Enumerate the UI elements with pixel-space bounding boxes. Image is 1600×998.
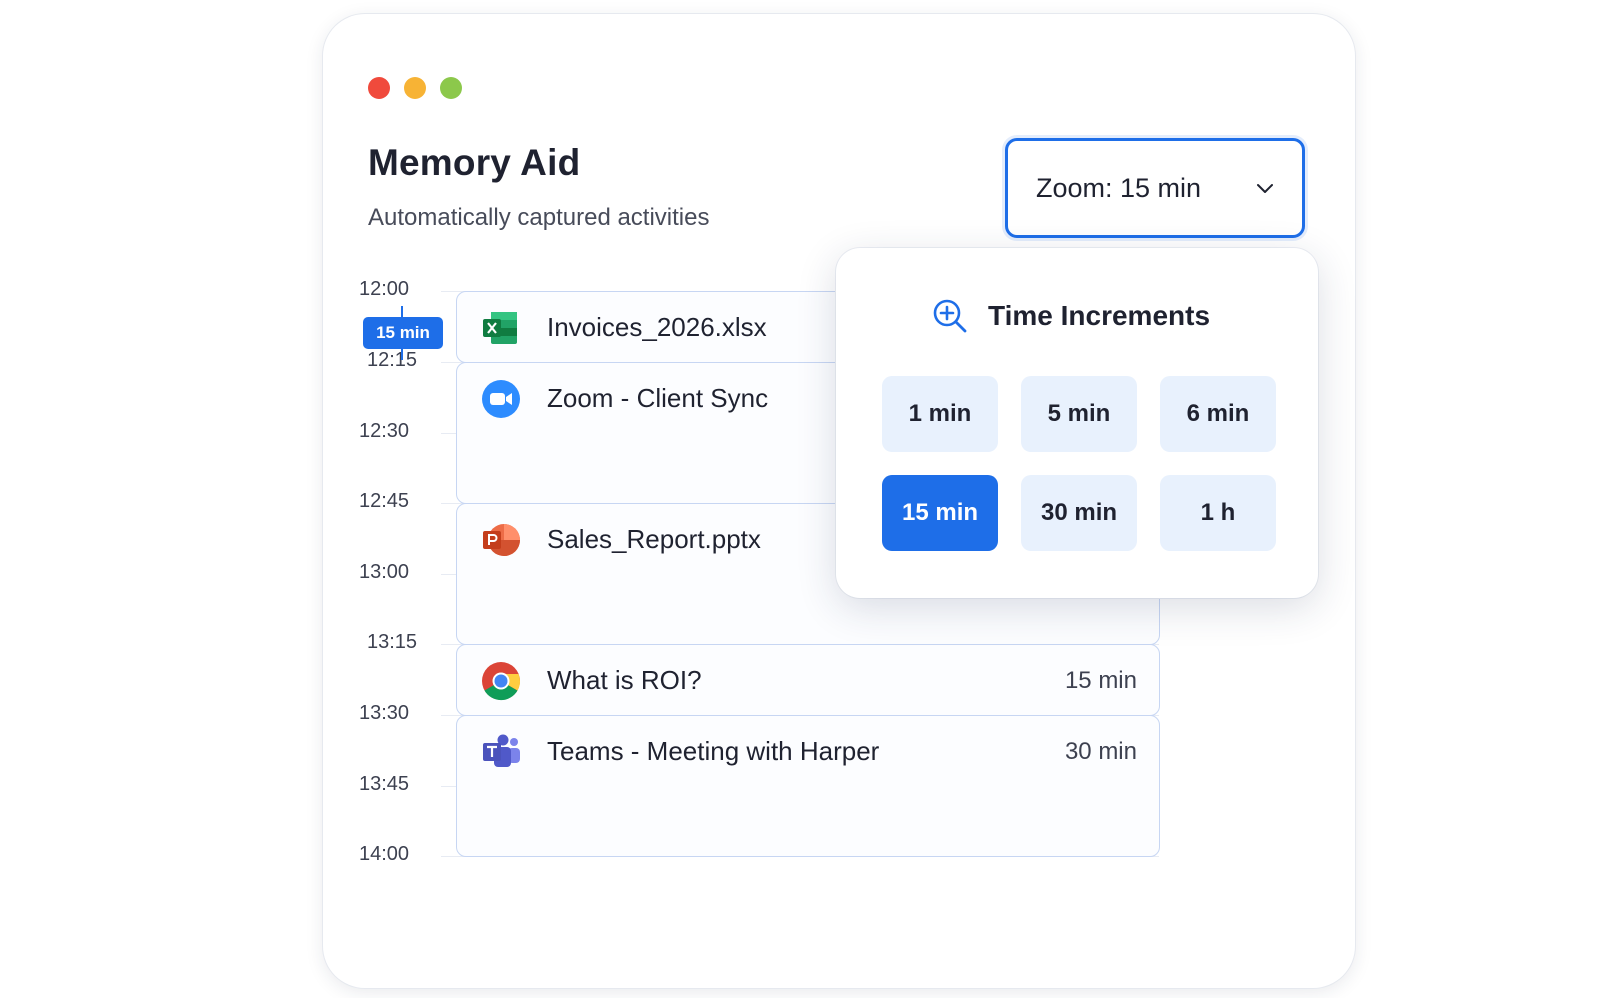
activity-name: What is ROI?	[547, 665, 702, 695]
increment-option-1-h[interactable]: 1 h	[1160, 475, 1276, 551]
increment-option-30-min[interactable]: 30 min	[1021, 475, 1137, 551]
chrome-icon	[482, 662, 520, 701]
zoom-dropdown-label: Zoom: 15 min	[1036, 172, 1202, 203]
app-window: Memory Aid Automatically captured activi…	[323, 14, 1355, 988]
activity-name: Zoom - Client Sync	[547, 383, 769, 413]
activity-name: Sales_Report.pptx	[547, 524, 761, 554]
window-controls	[368, 77, 462, 99]
zoom-in-icon	[933, 299, 967, 333]
time-label: 14:00	[359, 843, 410, 865]
minimize-window-button[interactable]	[404, 77, 426, 99]
excel-icon	[483, 312, 517, 344]
increment-option-15-min[interactable]: 15 min	[882, 475, 998, 551]
time-label: 12:00	[359, 278, 410, 300]
activity-card[interactable]: What is ROI? 15 min	[456, 644, 1160, 716]
increment-option-6-min[interactable]: 6 min	[1160, 376, 1276, 452]
activity-duration: 15 min	[1064, 667, 1137, 694]
activity-card[interactable]: Teams - Meeting with Harper 30 min	[456, 715, 1160, 857]
activity-name: Invoices_2026.xlsx	[547, 312, 767, 342]
time-label: 13:00	[359, 561, 410, 583]
current-time-marker[interactable]: 15 min	[363, 317, 443, 349]
popover-header: Time Increments	[930, 296, 1210, 336]
maximize-window-button[interactable]	[440, 77, 462, 99]
time-label: 13:15	[367, 631, 418, 653]
page-subtitle: Automatically captured activities	[368, 204, 710, 231]
time-increments-popover: Time Increments 1 min 5 min 6 min 15 min…	[836, 248, 1318, 598]
time-label: 13:30	[359, 702, 410, 724]
time-label: 12:45	[359, 490, 410, 512]
zoom-dropdown[interactable]: Zoom: 15 min	[1005, 138, 1305, 238]
powerpoint-icon	[483, 524, 520, 556]
page-title: Memory Aid	[368, 142, 581, 183]
activity-name: Teams - Meeting with Harper	[547, 736, 880, 766]
activity-duration: 30 min	[1064, 738, 1137, 765]
chevron-down-icon	[1257, 184, 1273, 193]
popover-title: Time Increments	[988, 300, 1211, 331]
increment-option-1-min[interactable]: 1 min	[882, 376, 998, 452]
increment-options: 1 min 5 min 6 min 15 min 30 min 1 h	[882, 376, 1276, 551]
close-window-button[interactable]	[368, 77, 390, 99]
increment-option-5-min[interactable]: 5 min	[1021, 376, 1137, 452]
zoom-icon	[482, 380, 520, 418]
teams-icon	[483, 734, 520, 767]
time-label: 13:45	[359, 773, 410, 795]
time-label: 12:30	[359, 420, 410, 442]
